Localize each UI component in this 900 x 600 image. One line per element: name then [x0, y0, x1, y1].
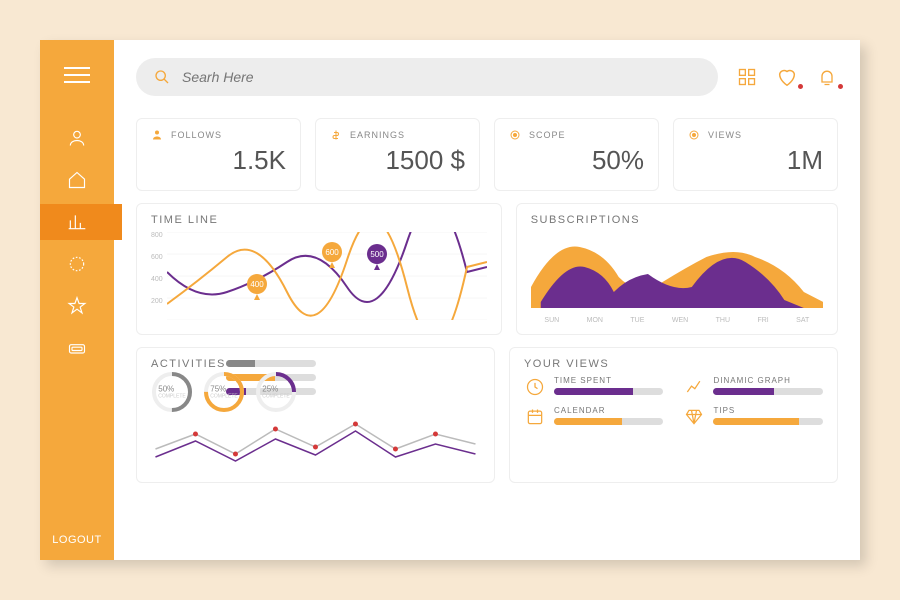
subscriptions-chart — [531, 232, 823, 308]
nav-favorites[interactable] — [65, 294, 89, 318]
notification-dot — [798, 84, 803, 89]
logout-button[interactable]: LOGOUT — [52, 534, 101, 546]
nav-tickets[interactable] — [65, 336, 89, 360]
ring-label: 50%COMPLETE — [158, 385, 186, 400]
user-icon — [151, 129, 163, 141]
heart-icon — [776, 66, 798, 88]
view-label: CALENDAR — [554, 406, 664, 415]
menu-toggle-button[interactable] — [64, 62, 90, 88]
stat-value: 1.5K — [151, 145, 286, 176]
search-box[interactable] — [136, 58, 718, 96]
svg-text:600: 600 — [325, 248, 339, 257]
view-progress — [554, 388, 664, 395]
apps-button[interactable] — [736, 66, 758, 88]
stat-value: 1M — [688, 145, 823, 176]
view-item[interactable]: DINAMIC GRAPH — [683, 376, 823, 398]
nav-list — [65, 126, 89, 360]
view-progress — [713, 388, 823, 395]
activity-ring: 75%COMPLETE — [203, 371, 245, 413]
day-label: MON — [587, 317, 603, 324]
stat-label: EARNINGS — [350, 130, 405, 140]
stat-card-follows[interactable]: FOLLOWS 1.5K — [136, 118, 301, 191]
app-frame: LOGOUT FOLLOWS 1.5K EARNINGS 1500 $ SCOP… — [40, 40, 860, 560]
day-label: FRI — [757, 317, 768, 324]
stats-row: FOLLOWS 1.5K EARNINGS 1500 $ SCOPE 50% V… — [136, 118, 838, 191]
search-input[interactable] — [182, 69, 700, 85]
card-title: SUBSCRIPTIONS — [531, 214, 823, 226]
ring-label: 75%COMPLETE — [210, 385, 238, 400]
notifications-button[interactable] — [816, 66, 838, 88]
view-item[interactable]: TIME SPENT — [524, 376, 664, 398]
stat-value: 50% — [509, 145, 644, 176]
svg-text:400: 400 — [250, 280, 264, 289]
nav-analytics[interactable] — [65, 210, 89, 234]
view-label: DINAMIC GRAPH — [713, 376, 823, 385]
dollar-icon — [330, 129, 342, 141]
view-item[interactable]: CALENDAR — [524, 406, 664, 428]
your-views-card: YOUR VIEWS TIME SPENT DINAMIC GRAPH CALE… — [509, 347, 838, 483]
stat-card-earnings[interactable]: EARNINGS 1500 $ — [315, 118, 480, 191]
stat-label: SCOPE — [529, 130, 566, 140]
subscriptions-card: SUBSCRIPTIONS SUN MON TUE WEN THU FRI SAT — [516, 203, 838, 335]
topbar — [136, 58, 838, 96]
timeline-chart: 400 600 500 — [167, 232, 487, 320]
search-icon — [154, 69, 170, 85]
ring-label: 25%COMPLETE — [262, 385, 290, 400]
stat-value: 1500 $ — [330, 145, 465, 176]
nav-profile[interactable] — [65, 126, 89, 150]
day-label: SUN — [544, 317, 559, 324]
activity-ring: 25%COMPLETE — [255, 371, 297, 413]
timeline-card: TIME LINE 800 600 400 200 400 600 500 — [136, 203, 502, 335]
activities-chart — [151, 419, 480, 467]
y-tick: 200 — [151, 298, 163, 305]
chart-icon — [67, 212, 87, 232]
day-label: WEN — [672, 317, 688, 324]
sidebar: LOGOUT — [40, 40, 114, 560]
stat-label: FOLLOWS — [171, 130, 222, 140]
y-tick: 400 — [151, 276, 163, 283]
nav-settings[interactable] — [65, 252, 89, 276]
diamond-icon — [683, 406, 705, 428]
stat-card-views[interactable]: VIEWS 1M — [673, 118, 838, 191]
main-content: FOLLOWS 1.5K EARNINGS 1500 $ SCOPE 50% V… — [114, 40, 860, 560]
bell-icon — [817, 67, 837, 87]
target-icon — [509, 129, 521, 141]
calendar-icon — [524, 406, 546, 428]
svg-text:500: 500 — [370, 250, 384, 259]
views-grid: TIME SPENT DINAMIC GRAPH CALENDAR TIPS — [524, 376, 823, 428]
home-icon — [67, 170, 87, 190]
eye-icon — [688, 129, 700, 141]
stat-card-scope[interactable]: SCOPE 50% — [494, 118, 659, 191]
view-progress — [713, 418, 823, 425]
likes-button[interactable] — [776, 66, 798, 88]
y-tick: 800 — [151, 232, 163, 239]
view-item[interactable]: TIPS — [683, 406, 823, 428]
view-label: TIPS — [713, 406, 823, 415]
day-label: SAT — [796, 317, 809, 324]
timeline-y-axis: 800 600 400 200 — [151, 232, 163, 320]
stat-label: VIEWS — [708, 130, 742, 140]
day-label: TUE — [630, 317, 644, 324]
view-label: TIME SPENT — [554, 376, 664, 385]
card-title: TIME LINE — [151, 214, 487, 226]
graph-icon — [683, 376, 705, 398]
card-title: ACTIVITIES — [151, 358, 226, 370]
clock-icon — [524, 376, 546, 398]
star-icon — [67, 296, 87, 316]
y-tick: 600 — [151, 254, 163, 261]
nav-home[interactable] — [65, 168, 89, 192]
day-label: THU — [716, 317, 730, 324]
user-icon — [67, 128, 87, 148]
subscriptions-days: SUN MON TUE WEN THU FRI SAT — [531, 317, 823, 324]
circle-icon — [67, 254, 87, 274]
notification-dot — [838, 84, 843, 89]
activities-card: ACTIVITIES 50%COMPLETE 75%COMPLETE 25%CO… — [136, 347, 495, 483]
activity-ring: 50%COMPLETE — [151, 371, 193, 413]
ticket-icon — [67, 338, 87, 358]
card-title: YOUR VIEWS — [524, 358, 823, 370]
activity-bar — [226, 360, 316, 367]
grid-icon — [737, 67, 757, 87]
view-progress — [554, 418, 664, 425]
